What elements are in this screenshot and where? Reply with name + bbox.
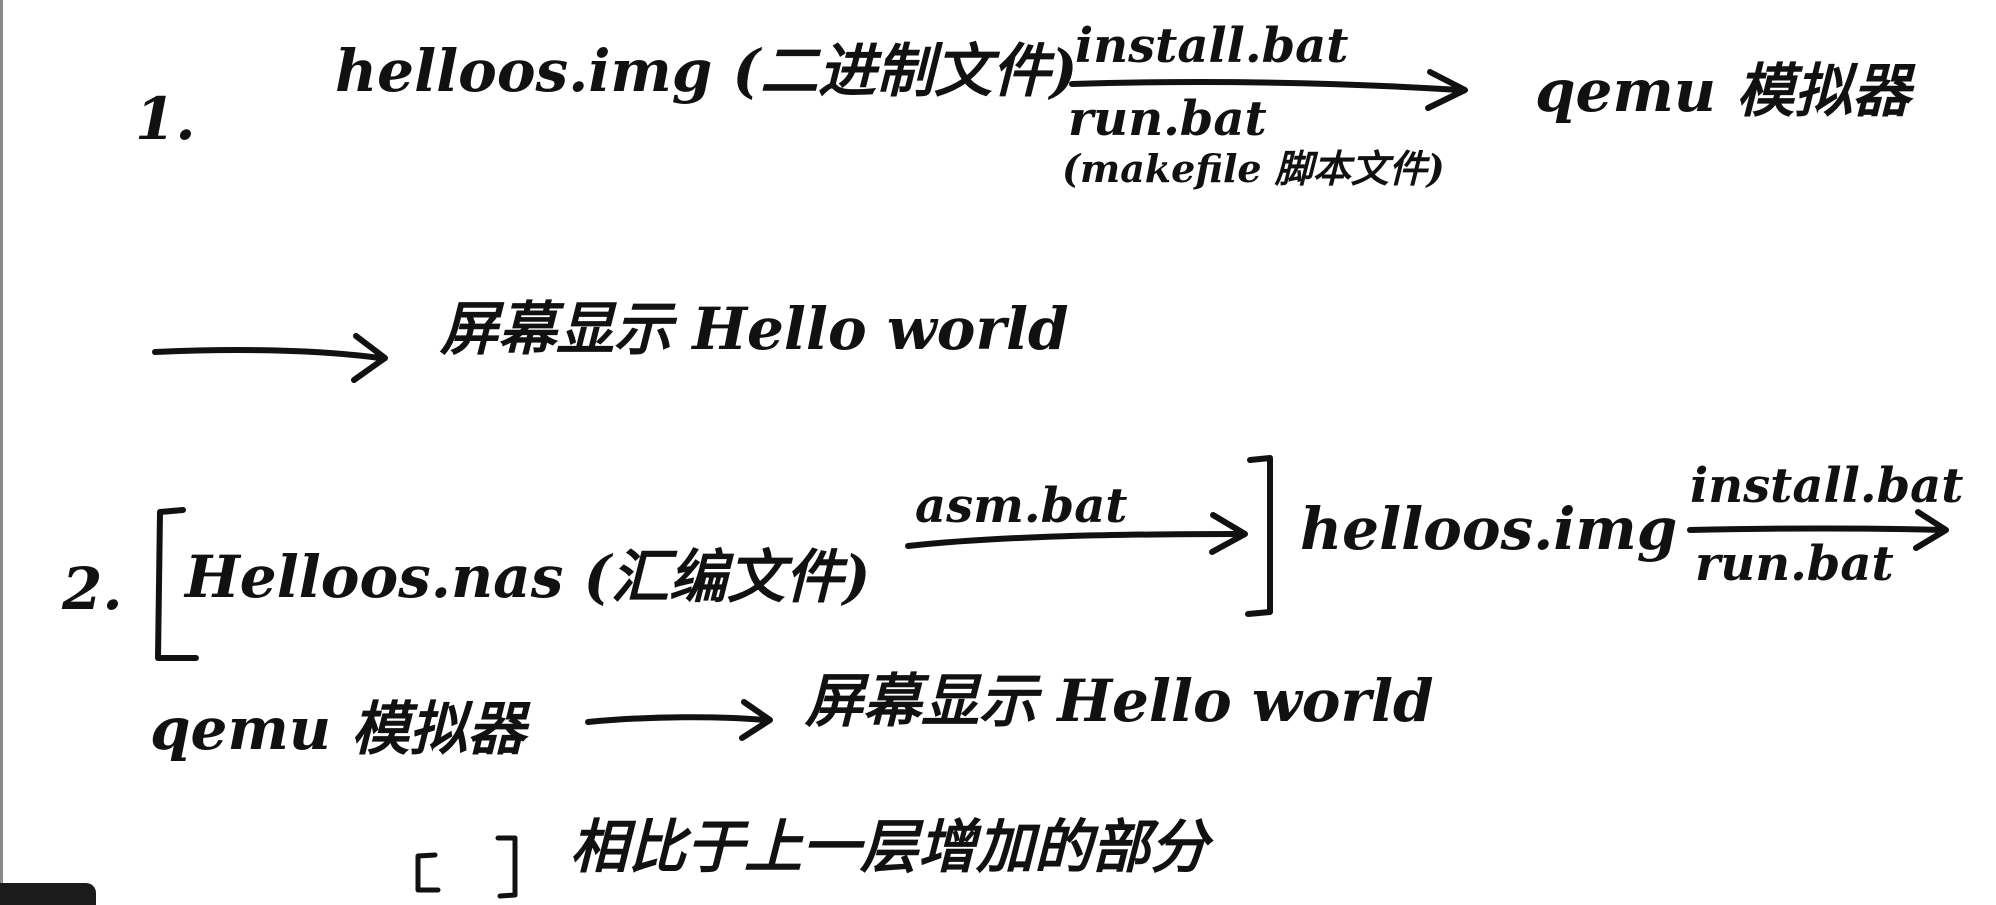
line2-source-file: Helloos.nas (汇编文件) (185, 543, 871, 611)
step-number-2: 2. (62, 555, 123, 623)
line2-emulator: qemu 模拟器 (150, 695, 526, 763)
diagram-strokes (152, 69, 1949, 899)
legend-brackets (415, 835, 518, 899)
corner-tab (0, 883, 96, 905)
line1-arrow-bottom-label: run.bat (1068, 91, 1267, 147)
line1-arrow-note: (makefile 脚本文件) (1062, 146, 1445, 191)
legend-text: 相比于上一层增加的部分 (570, 813, 1209, 881)
arrow-line1-result (152, 333, 388, 383)
line2-arrow1-label: asm.bat (915, 478, 1128, 534)
line2-result-text: 屏幕显示 Hello world (805, 667, 1434, 735)
line1-source-file: helloos.img (二进制文件) (335, 37, 1078, 105)
line1-result-text: 屏幕显示 Hello world (440, 295, 1069, 363)
line1-target: qemu 模拟器 (1535, 57, 1911, 125)
line2-middle-file: helloos.img (1300, 495, 1678, 563)
line1-arrow-top-label: install.bat (1075, 18, 1349, 74)
line2-arrow2-top-label: install.bat (1690, 458, 1964, 514)
line2-arrow2-bottom-label: run.bat (1695, 536, 1894, 592)
page-left-edge (0, 0, 3, 905)
step-number-1: 1. (135, 85, 196, 153)
arrow-line2-result (585, 699, 773, 741)
